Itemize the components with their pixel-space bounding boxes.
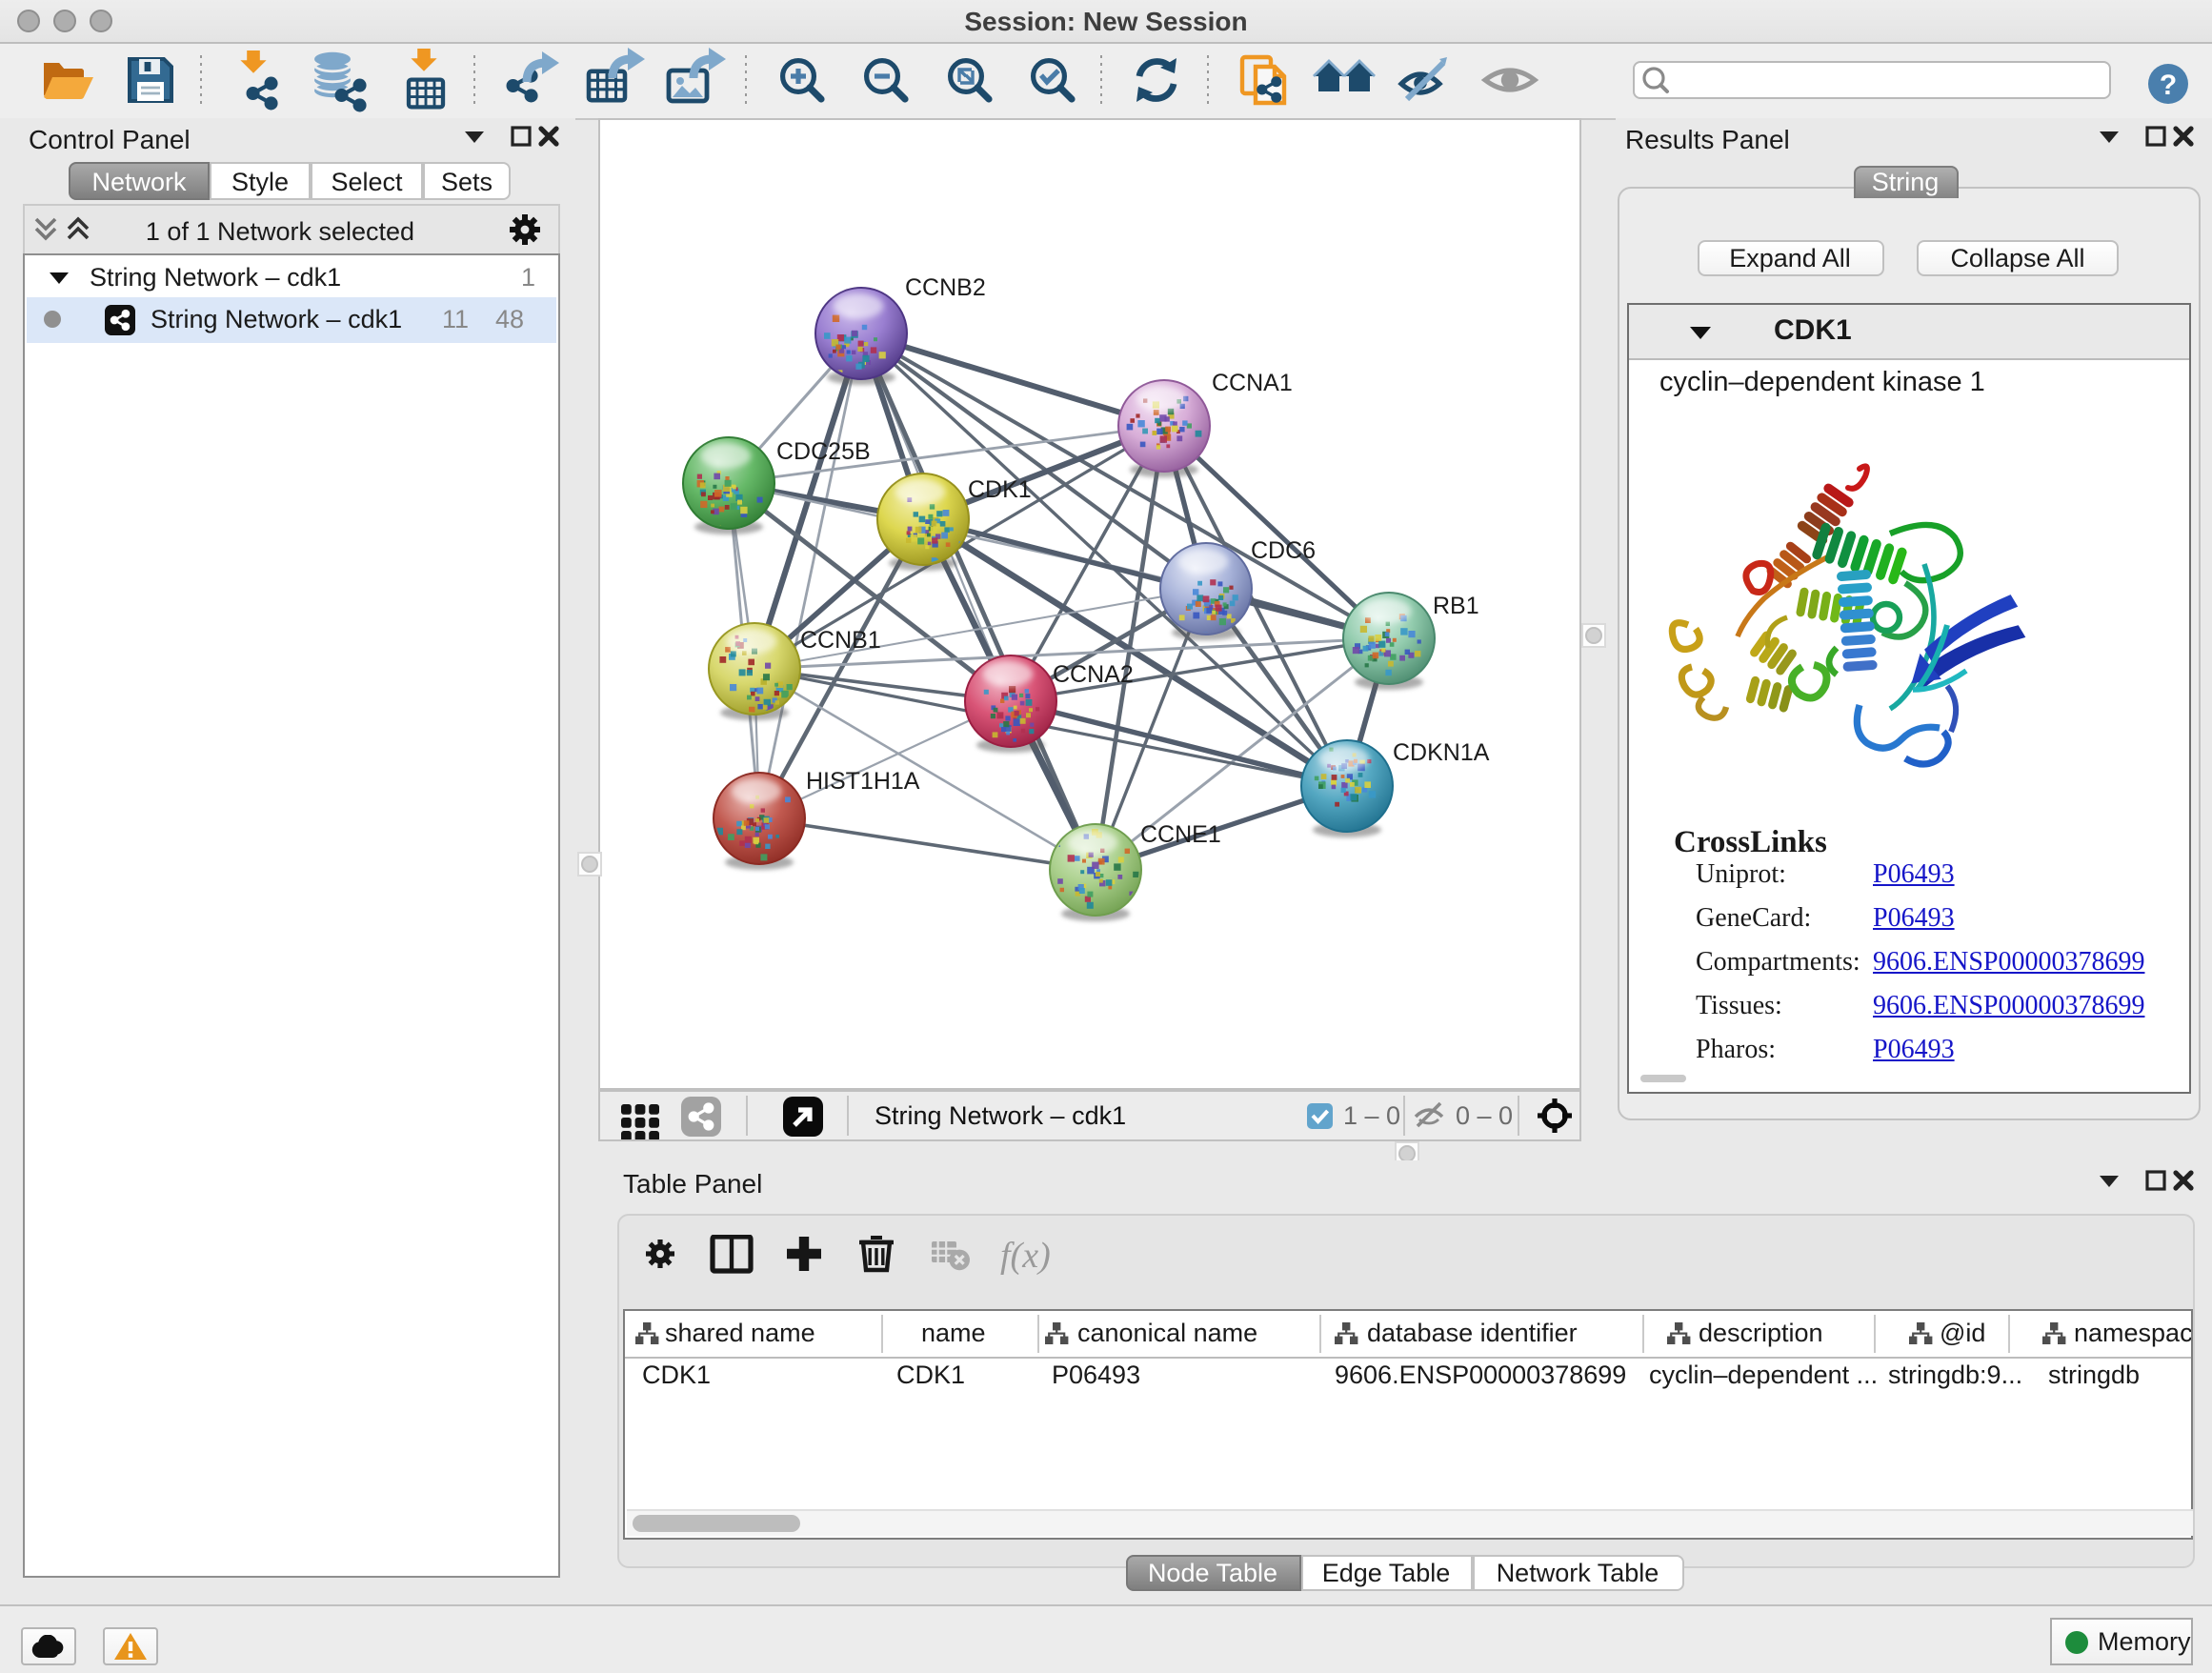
svg-text:CCNA2: CCNA2 [1053,661,1134,688]
svg-text:CDC25B: CDC25B [776,438,871,465]
svg-text:RB1: RB1 [1433,593,1479,619]
svg-text:CDKN1A: CDKN1A [1393,739,1490,766]
svg-text:f(x): f(x) [1000,1236,1051,1276]
svg-text:1 – 0: 1 – 0 [1343,1101,1400,1130]
svg-text:CCNE1: CCNE1 [1140,821,1221,848]
svg-text:String Network – cdk1: String Network – cdk1 [875,1101,1126,1130]
svg-text:0 – 0: 0 – 0 [1456,1101,1513,1130]
svg-text:HIST1H1A: HIST1H1A [806,768,920,795]
svg-text:CDC6: CDC6 [1251,537,1316,564]
svg-text:CCNB1: CCNB1 [800,627,881,654]
svg-text:?: ? [2160,70,2177,101]
svg-text:CDK1: CDK1 [968,476,1032,503]
svg-text:CCNA1: CCNA1 [1212,370,1293,396]
svg-text:CCNB2: CCNB2 [905,274,986,301]
